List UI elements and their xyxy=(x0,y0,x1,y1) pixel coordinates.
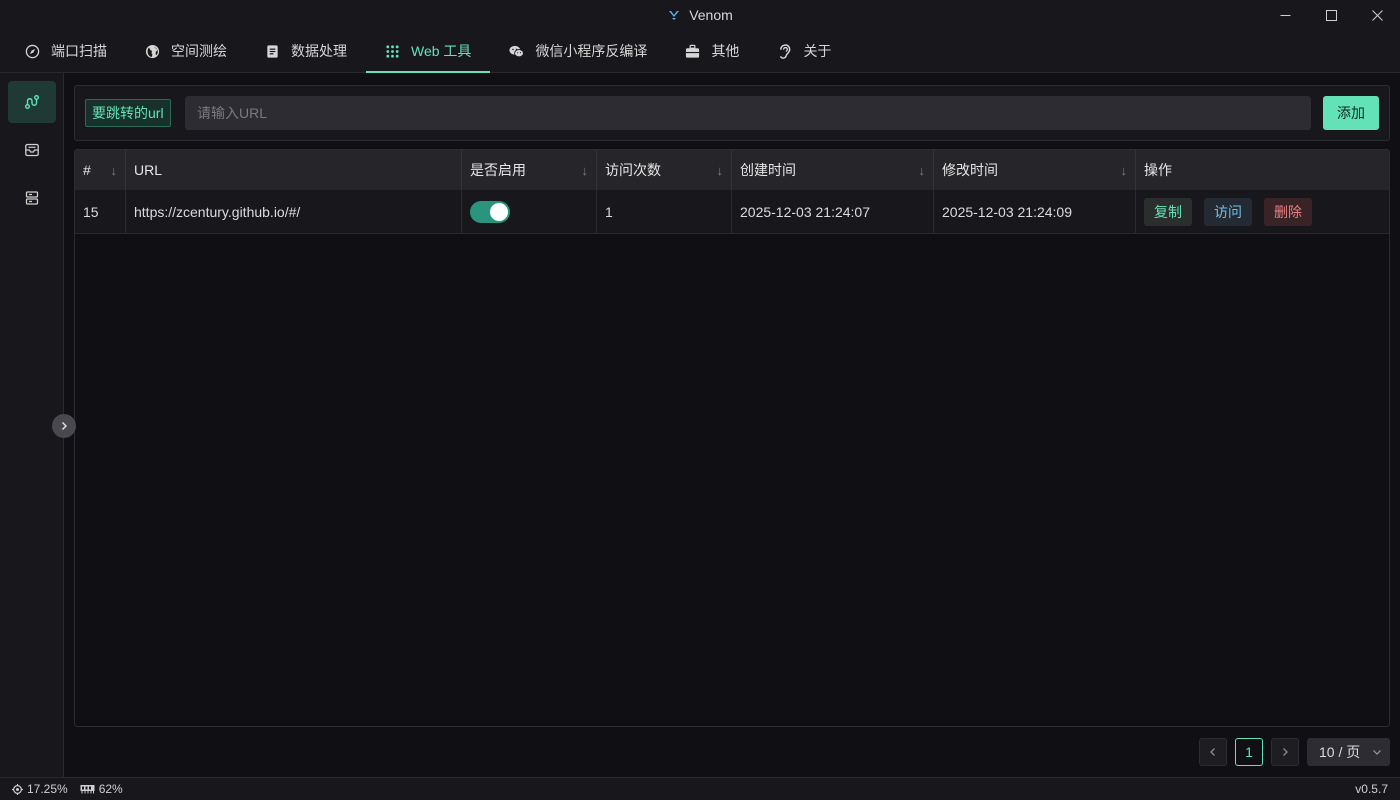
visit-button[interactable]: 访问 xyxy=(1204,198,1252,226)
app-version: v0.5.7 xyxy=(1355,782,1388,796)
menu-label: 关于 xyxy=(803,43,832,59)
copy-button[interactable]: 复制 xyxy=(1144,198,1192,226)
toolbox-icon xyxy=(685,44,700,59)
column-header-enabled[interactable]: 是否启用 ↓ xyxy=(462,150,597,190)
main-menu: 端口扫描 空间测绘 数据处理 Web 工具 微信小程序反编译 其他 关于 xyxy=(0,30,1400,73)
cell-visits: 1 xyxy=(597,190,732,234)
menu-about[interactable]: 关于 xyxy=(758,30,850,72)
grid-dots-icon xyxy=(385,44,400,59)
column-title: 操作 xyxy=(1144,162,1172,178)
chevron-left-icon xyxy=(1210,748,1215,756)
page-number-button[interactable]: 1 xyxy=(1235,738,1263,766)
minimize-icon xyxy=(1280,14,1290,16)
window-title-text: Venom xyxy=(689,7,733,23)
menu-web-tools[interactable]: Web 工具 xyxy=(366,30,491,73)
sidebar-item-url-redirect[interactable] xyxy=(8,81,56,123)
url-input[interactable] xyxy=(185,96,1311,130)
sidebar-toggle-button[interactable] xyxy=(52,414,76,438)
sort-arrow-icon[interactable]: ↓ xyxy=(717,163,724,178)
document-icon xyxy=(265,44,280,59)
column-header-created[interactable]: 创建时间 ↓ xyxy=(732,150,934,190)
cell-actions: 复制 访问 删除 xyxy=(1136,190,1389,234)
table-row: 15 https://zcentury.github.io/#/ 1 2025-… xyxy=(75,190,1389,234)
wechat-icon xyxy=(509,44,525,59)
cell-url: https://zcentury.github.io/#/ xyxy=(126,190,462,234)
menu-space-mapping[interactable]: 空间测绘 xyxy=(126,30,246,72)
column-title: URL xyxy=(134,162,163,178)
cell-modified: 2025-12-03 21:24:09 xyxy=(934,190,1136,234)
venom-logo-icon xyxy=(669,11,680,20)
prev-page-button[interactable] xyxy=(1199,738,1227,766)
title-bar: Venom xyxy=(0,0,1400,30)
menu-wechat-decompile[interactable]: 微信小程序反编译 xyxy=(490,30,666,72)
pagination: 1 10 / 页 xyxy=(1199,738,1390,766)
column-title: # xyxy=(83,162,91,178)
menu-label: 端口扫描 xyxy=(51,43,107,59)
column-title: 修改时间 xyxy=(942,162,998,178)
menu-label: 空间测绘 xyxy=(171,43,227,59)
compass-icon xyxy=(25,44,40,59)
column-header-modified[interactable]: 修改时间 ↓ xyxy=(934,150,1136,190)
route-icon xyxy=(25,95,39,109)
maximize-button[interactable] xyxy=(1308,0,1354,30)
page-size-select[interactable]: 10 / 页 xyxy=(1307,738,1390,766)
ear-icon xyxy=(777,43,792,59)
cpu-usage: 17.25% xyxy=(12,782,68,796)
globe-icon xyxy=(145,44,160,59)
table-header: # ↓ URL 是否启用 ↓ 访问次数 ↓ 创建时间 ↓ 修改时间 ↓ 操作 xyxy=(75,150,1389,190)
toggle-knob xyxy=(490,203,508,221)
cell-created: 2025-12-03 21:24:07 xyxy=(732,190,934,234)
window-controls xyxy=(1262,0,1400,30)
sidebar-item-inbox[interactable] xyxy=(8,129,56,171)
menu-port-scan[interactable]: 端口扫描 xyxy=(6,30,126,72)
menu-other[interactable]: 其他 xyxy=(666,30,758,72)
cpu-value: 17.25% xyxy=(27,782,68,796)
sort-arrow-icon[interactable]: ↓ xyxy=(919,163,926,178)
column-header-visits[interactable]: 访问次数 ↓ xyxy=(597,150,732,190)
column-title: 是否启用 xyxy=(470,162,526,178)
column-title: 创建时间 xyxy=(740,162,796,178)
next-page-button[interactable] xyxy=(1271,738,1299,766)
cell-id: 15 xyxy=(75,190,126,234)
maximize-icon xyxy=(1325,9,1337,21)
chevron-down-icon xyxy=(1373,750,1381,755)
menu-label: 数据处理 xyxy=(291,43,347,59)
page-size-value: 10 / 页 xyxy=(1319,744,1361,760)
column-title: 访问次数 xyxy=(605,162,661,178)
server-icon xyxy=(25,191,39,205)
url-table: # ↓ URL 是否启用 ↓ 访问次数 ↓ 创建时间 ↓ 修改时间 ↓ 操作 1… xyxy=(74,149,1390,727)
delete-button[interactable]: 删除 xyxy=(1264,198,1312,226)
sort-arrow-icon[interactable]: ↓ xyxy=(1121,163,1128,178)
chevron-right-icon xyxy=(1283,748,1288,756)
memory-icon xyxy=(80,785,95,794)
window-title: Venom xyxy=(667,7,733,23)
close-icon xyxy=(1371,9,1383,21)
cpu-icon xyxy=(12,783,23,795)
add-button[interactable]: 添加 xyxy=(1323,96,1379,130)
inbox-icon xyxy=(25,143,39,157)
chevron-right-icon xyxy=(62,422,67,430)
menu-label: 其他 xyxy=(711,43,740,59)
url-form: 要跳转的url 添加 xyxy=(74,85,1390,141)
menu-label: 微信小程序反编译 xyxy=(535,43,648,59)
memory-usage: 62% xyxy=(80,782,123,796)
sort-arrow-icon[interactable]: ↓ xyxy=(111,163,118,178)
memory-value: 62% xyxy=(98,782,123,796)
status-bar: 17.25% 62% v0.5.7 xyxy=(0,777,1400,800)
menu-data-processing[interactable]: 数据处理 xyxy=(246,30,366,72)
close-button[interactable] xyxy=(1354,0,1400,30)
url-field-label: 要跳转的url xyxy=(85,99,171,127)
sidebar-item-server[interactable] xyxy=(8,177,56,219)
enabled-toggle[interactable] xyxy=(470,201,510,223)
minimize-button[interactable] xyxy=(1262,0,1308,30)
column-header-actions: 操作 xyxy=(1136,150,1389,190)
sort-arrow-icon[interactable]: ↓ xyxy=(582,163,589,178)
column-header-url: URL xyxy=(126,150,462,190)
column-header-id[interactable]: # ↓ xyxy=(75,150,126,190)
menu-label: Web 工具 xyxy=(411,43,472,59)
cell-enabled xyxy=(462,190,597,234)
